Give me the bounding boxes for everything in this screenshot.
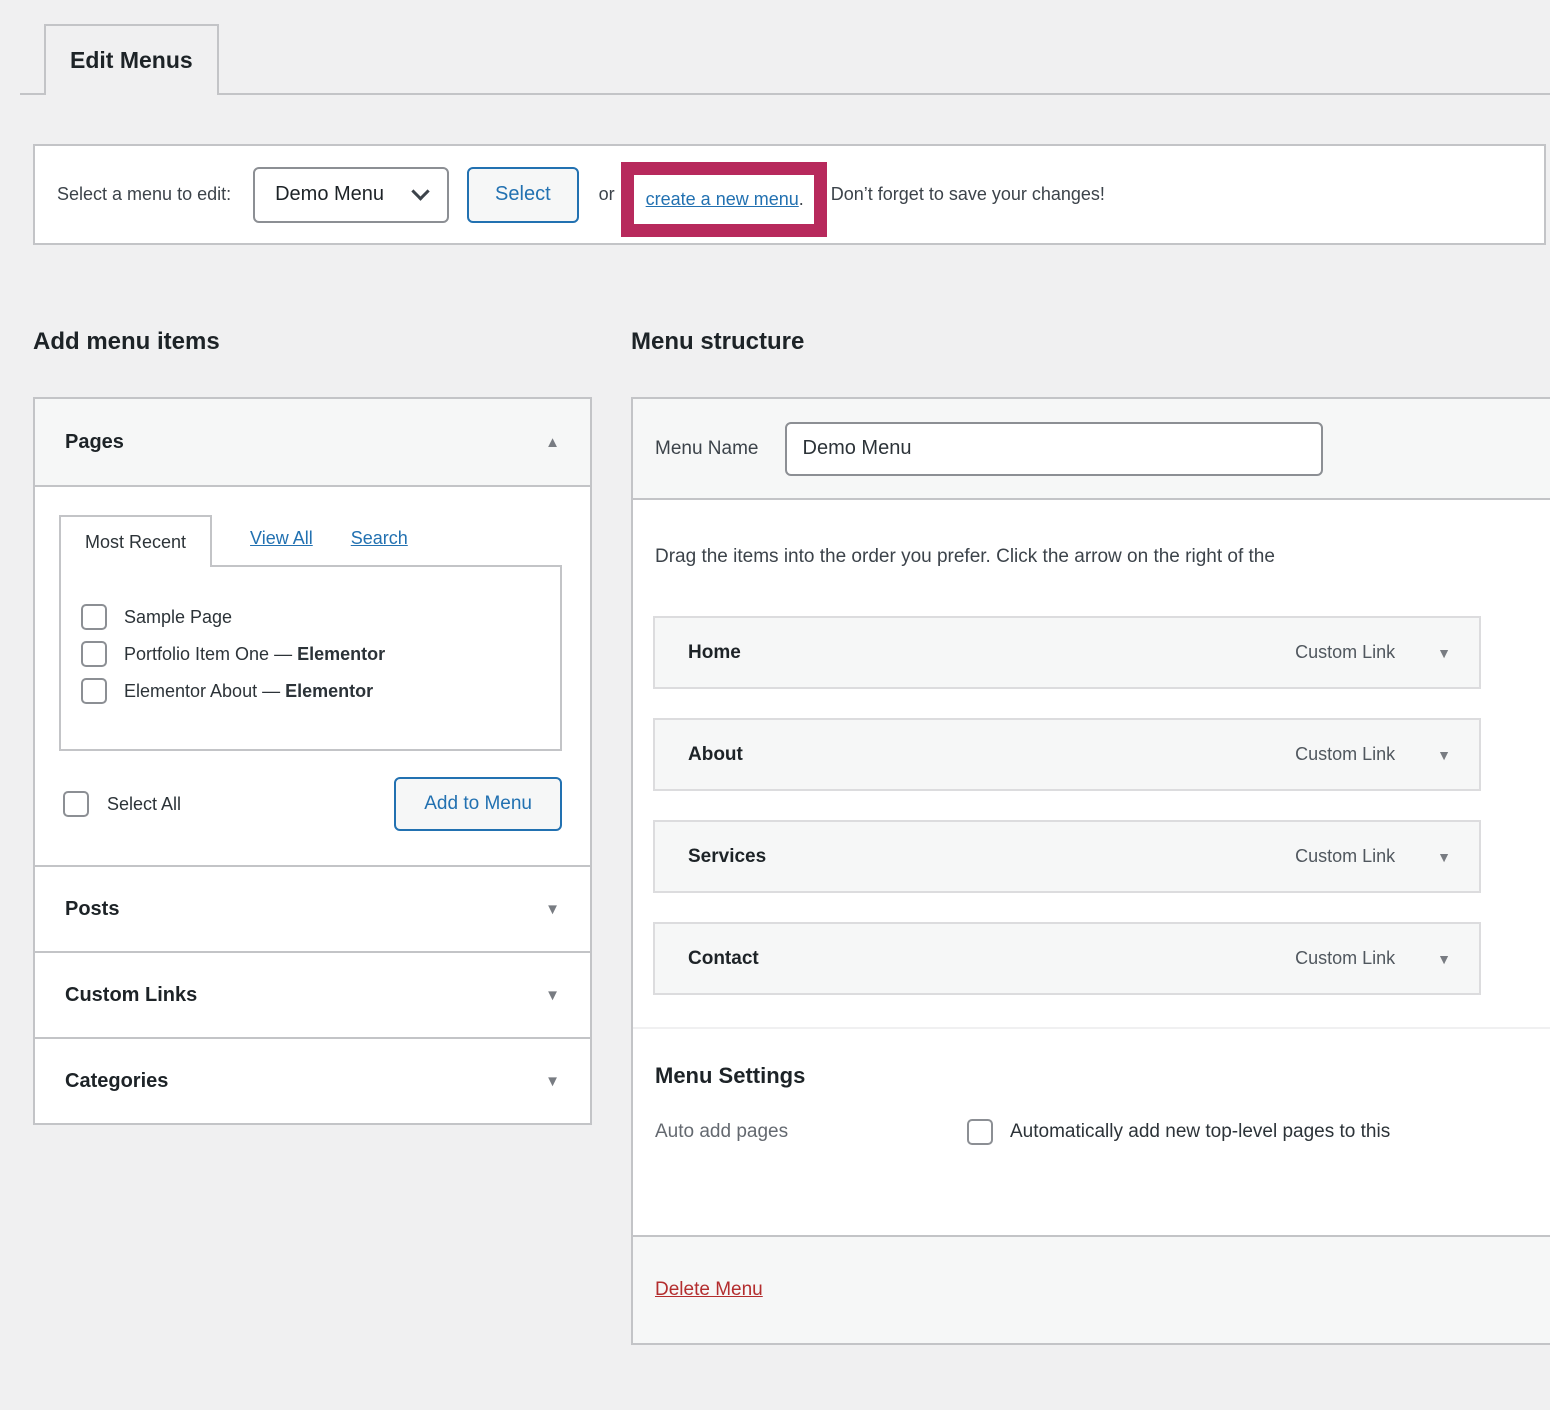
select-button[interactable]: Select [467,167,579,223]
expand-arrow-icon[interactable]: ▼ [1437,747,1451,763]
pages-tabs: Most Recent View All Search [59,515,562,565]
chevron-down-icon[interactable]: ▼ [545,987,560,1004]
posts-panel-title: Posts [65,898,119,921]
expand-arrow-icon[interactable]: ▼ [1437,849,1451,865]
checkbox-portfolio-item-one[interactable] [81,641,107,667]
add-to-menu-button[interactable]: Add to Menu [394,777,562,831]
chevron-up-icon[interactable]: ▲ [545,434,560,451]
expand-arrow-icon[interactable]: ▼ [1437,645,1451,661]
menu-structure-footer: Delete Menu [633,1235,1550,1343]
list-item: Sample Page [81,604,544,630]
auto-add-pages-row: Auto add pages Automatically add new top… [633,1089,1550,1145]
pages-accordion-header[interactable]: Pages ▲ [35,399,590,487]
menu-item-about[interactable]: About Custom Link ▼ [653,718,1481,791]
page-item-label: Elementor About — [124,681,285,701]
custom-links-panel-title: Custom Links [65,984,197,1007]
menu-name-input[interactable] [785,422,1323,476]
tab-search[interactable]: Search [351,528,408,565]
or-text: or [599,184,615,205]
page-item-label: Sample Page [124,607,232,627]
page-item-suffix: Elementor [285,681,373,701]
menu-structure-panel: Menu Name Drag the items into the order … [631,397,1550,1345]
checkbox-elementor-about[interactable] [81,678,107,704]
select-menu-label: Select a menu to edit: [57,184,231,205]
checkbox-sample-page[interactable] [81,604,107,630]
auto-add-pages-label: Auto add pages [655,1121,967,1143]
menu-settings-heading: Menu Settings [633,1029,1550,1089]
add-menu-items-heading: Add menu items [33,328,220,356]
nav-tab-divider [20,93,1550,95]
menu-structure-heading: Menu structure [631,328,804,356]
menu-item-contact[interactable]: Contact Custom Link ▼ [653,922,1481,995]
page-item-suffix: Elementor [297,644,385,664]
select-all-control: Select All [63,791,181,817]
menu-name-label: Menu Name [655,438,759,460]
select-all-label: Select All [107,794,181,815]
menu-item-services[interactable]: Services Custom Link ▼ [653,820,1481,893]
create-new-menu-link[interactable]: create a new menu [646,189,799,210]
menu-item-label: Services [688,846,766,868]
menu-item-type: Custom Link [1295,846,1395,867]
posts-accordion-header[interactable]: Posts ▼ [35,865,590,951]
menu-name-band: Menu Name [633,399,1550,500]
chevron-down-icon [411,182,429,200]
expand-arrow-icon[interactable]: ▼ [1437,951,1451,967]
pages-panel-body: Most Recent View All Search Sample Page … [35,487,590,865]
pages-panel-title: Pages [65,431,124,454]
menu-item-type: Custom Link [1295,744,1395,765]
tab-view-all[interactable]: View All [250,528,313,565]
pages-checklist: Sample Page Portfolio Item One — Element… [59,565,562,751]
menu-item-home[interactable]: Home Custom Link ▼ [653,616,1481,689]
tab-most-recent[interactable]: Most Recent [59,515,212,567]
menu-item-label: Contact [688,948,759,970]
period-text: . [799,189,804,210]
menu-select-toolbar: Select a menu to edit: Demo Menu Select … [33,144,1546,245]
tab-edit-menus[interactable]: Edit Menus [44,24,219,95]
list-item: Portfolio Item One — Elementor [81,641,544,667]
categories-accordion-header[interactable]: Categories ▼ [35,1037,590,1123]
menu-item-label: About [688,744,743,766]
delete-menu-link[interactable]: Delete Menu [655,1279,763,1301]
menu-dropdown-value: Demo Menu [275,183,384,206]
custom-links-accordion-header[interactable]: Custom Links ▼ [35,951,590,1037]
menu-item-type: Custom Link [1295,642,1395,663]
menu-item-type: Custom Link [1295,948,1395,969]
list-item: Elementor About — Elementor [81,678,544,704]
chevron-down-icon[interactable]: ▼ [545,901,560,918]
auto-add-pages-checkbox[interactable] [967,1119,993,1145]
annotation-highlight-box: create a new menu . [621,162,827,237]
add-menu-items-panel: Pages ▲ Most Recent View All Search Samp… [33,397,592,1125]
drag-hint-text: Drag the items into the order you prefer… [633,500,1550,568]
pages-actions-row: Select All Add to Menu [59,777,562,831]
auto-add-pages-text: Automatically add new top-level pages to… [1010,1121,1390,1143]
page-item-label: Portfolio Item One — [124,644,297,664]
menu-items-list: Home Custom Link ▼ About Custom Link ▼ S… [633,616,1550,995]
tab-edit-menus-label: Edit Menus [70,47,193,74]
save-changes-reminder: Don’t forget to save your changes! [831,184,1105,205]
chevron-down-icon[interactable]: ▼ [545,1073,560,1090]
select-all-checkbox[interactable] [63,791,89,817]
categories-panel-title: Categories [65,1070,168,1093]
menu-item-label: Home [688,642,741,664]
menu-dropdown[interactable]: Demo Menu [253,167,449,223]
